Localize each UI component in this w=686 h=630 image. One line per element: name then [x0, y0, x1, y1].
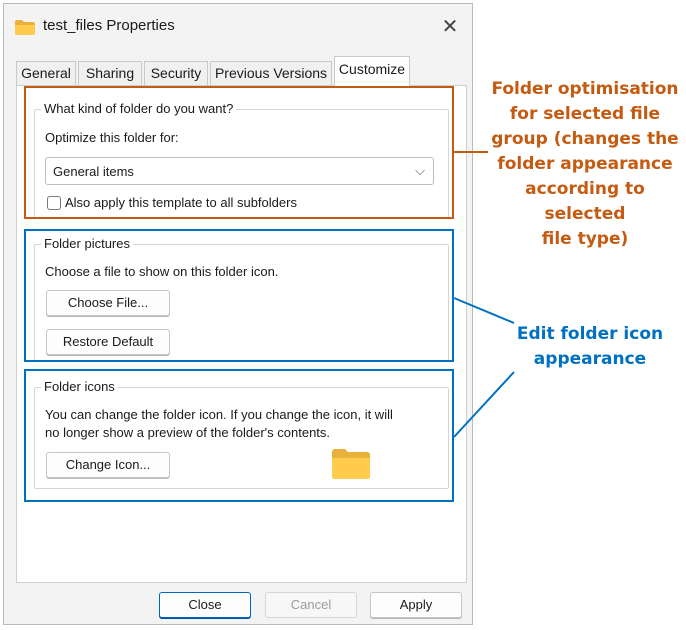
title-bar: test_files Properties ✕	[4, 4, 472, 48]
tab-label: General	[21, 65, 71, 81]
tab-label: Security	[150, 65, 202, 81]
tab-label: Previous Versions	[214, 65, 328, 81]
close-icon: ✕	[441, 15, 459, 38]
tab-label: Sharing	[85, 65, 135, 81]
tab-sharing[interactable]: Sharing	[78, 61, 142, 85]
callout-line: group (changes the	[491, 129, 679, 149]
tab-label: Customize	[338, 61, 406, 77]
folder-type-highlight	[24, 86, 454, 219]
callout-line: according to selected	[525, 179, 645, 224]
window-title: test_files Properties	[43, 17, 175, 34]
callout-line: for selected file	[509, 104, 661, 124]
close-window-button[interactable]: ✕	[436, 12, 464, 40]
tab-security[interactable]: Security	[144, 61, 208, 85]
tab-customize[interactable]: Customize	[334, 56, 410, 86]
edit-folder-icon-callout: Edit folder icon appearance	[505, 322, 675, 372]
callout-line: appearance	[533, 349, 647, 369]
tab-general[interactable]: General	[16, 61, 76, 85]
folder-pictures-highlight	[24, 229, 454, 362]
apply-button[interactable]: Apply	[370, 592, 462, 618]
cancel-button[interactable]: Cancel	[265, 592, 357, 618]
callout-line: Folder optimisation	[491, 79, 679, 99]
folder-icon	[15, 20, 35, 35]
callout-line: folder appearance	[497, 154, 673, 174]
callout-line: Edit folder icon	[516, 324, 664, 344]
close-button[interactable]: Close	[159, 592, 251, 618]
folder-optimisation-callout: Folder optimisation for selected file gr…	[490, 77, 680, 252]
callout-line: file type)	[541, 229, 629, 249]
folder-icons-highlight	[24, 369, 454, 502]
tab-previous-versions[interactable]: Previous Versions	[210, 61, 332, 85]
